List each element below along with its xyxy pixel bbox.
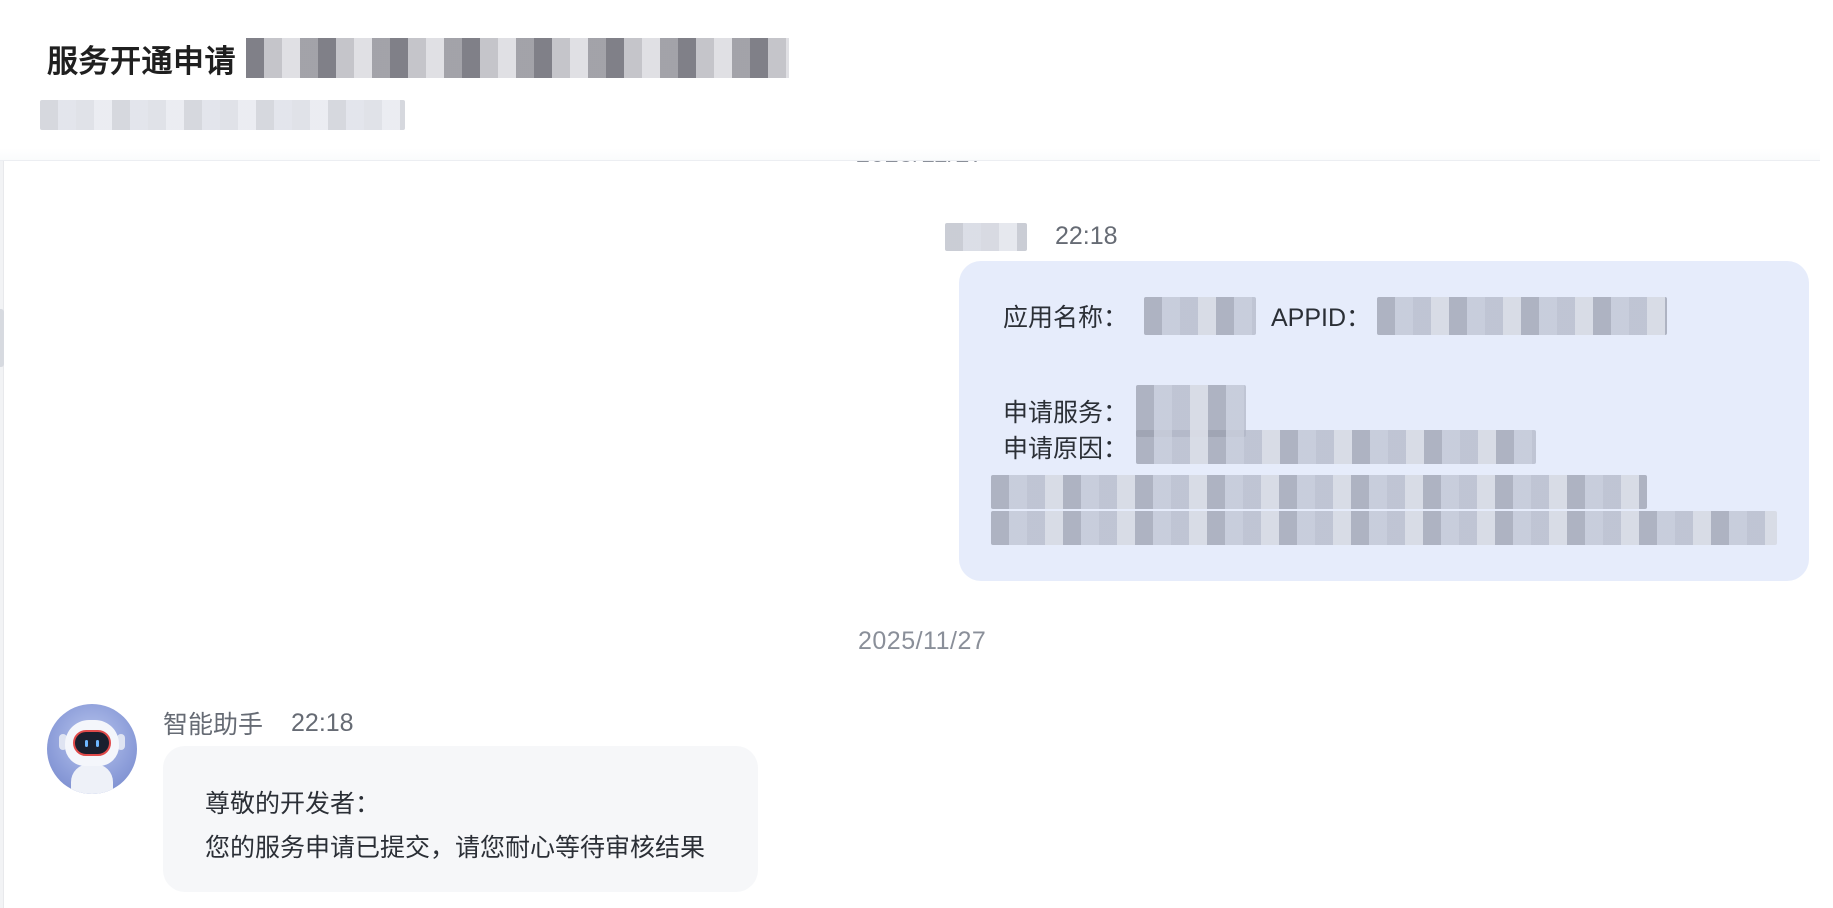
page-title: 服务开通申请	[47, 38, 789, 79]
robot-eye-left	[85, 740, 88, 747]
app-name-row: 应用名称：	[1003, 297, 1257, 335]
reason-row: 申请原因：	[1003, 429, 1537, 465]
assistant-message-meta: 智能助手 22:18	[163, 705, 354, 741]
service-label: 申请服务：	[1003, 399, 1129, 427]
robot-body-shape	[71, 764, 113, 794]
user-message-bubble: 应用名称： APPID： 申请服务： 申请原因：	[959, 261, 1809, 581]
assistant-message-bubble: 尊敬的开发者： 您的服务申请已提交，请您耐心等待审核结果	[163, 746, 758, 892]
reason-text-redacted-line-2	[991, 511, 1777, 545]
subtitle-redacted	[40, 100, 405, 130]
assistant-message-line: 您的服务申请已提交，请您耐心等待审核结果	[205, 834, 706, 862]
assistant-message-line: 尊敬的开发者：	[205, 790, 381, 818]
reason-label: 申请原因：	[1003, 435, 1129, 463]
app-name-value-redacted	[1144, 297, 1257, 335]
assistant-name: 智能助手	[163, 711, 264, 739]
app-name-label: 应用名称：	[1003, 304, 1129, 332]
title-suffix-redacted	[246, 38, 789, 78]
assistant-avatar[interactable]	[47, 704, 137, 794]
user-message-time: 22:18	[1055, 222, 1118, 250]
assistant-message-time: 22:18	[291, 708, 354, 737]
appid-label: APPID：	[1271, 304, 1372, 332]
reason-value-redacted	[1136, 430, 1537, 464]
reason-text-redacted-line-1	[991, 475, 1647, 509]
appid-row: APPID：	[1271, 297, 1668, 335]
user-name-redacted	[945, 222, 1027, 251]
user-message-meta: 22:18	[945, 222, 1118, 251]
appid-value-redacted	[1377, 297, 1668, 335]
page-header: 服务开通申请	[0, 0, 1820, 161]
robot-face-icon	[73, 730, 111, 756]
page-title-text: 服务开通申请	[47, 43, 236, 79]
robot-eye-right	[96, 740, 99, 747]
header-divider	[0, 148, 1820, 160]
app-window: 2025/11/27 22:18 应用名称： APPID： 申请服务： 申请原因…	[0, 0, 1833, 908]
date-divider: 2025/11/27	[858, 627, 987, 655]
